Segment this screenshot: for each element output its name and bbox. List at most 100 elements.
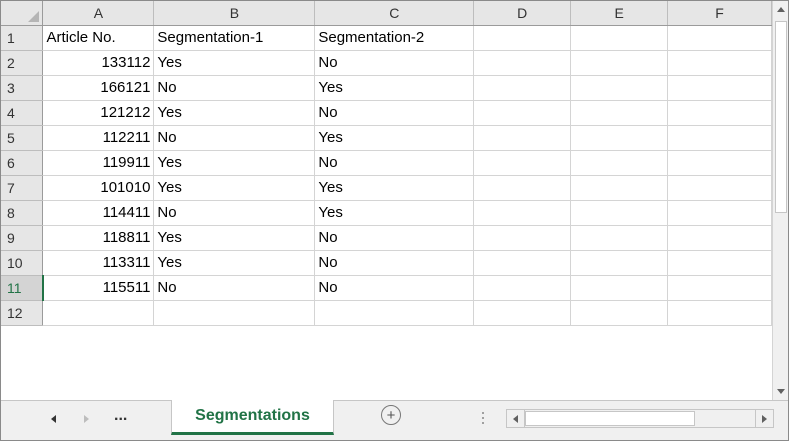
- cell-a[interactable]: 118811: [42, 225, 155, 251]
- cell-a[interactable]: 166121: [42, 75, 155, 101]
- previous-sheet-arrow-icon[interactable]: [51, 415, 56, 423]
- cell-a[interactable]: 101010: [42, 175, 155, 201]
- column-header-b[interactable]: B: [153, 1, 316, 26]
- row-header[interactable]: 11: [1, 275, 44, 301]
- scroll-left-button[interactable]: [507, 410, 525, 427]
- cell-e[interactable]: [570, 75, 669, 101]
- cell-b[interactable]: No: [153, 275, 316, 301]
- cell-a[interactable]: 112211: [42, 125, 155, 151]
- cell-e[interactable]: [570, 275, 669, 301]
- cell-b[interactable]: Yes: [153, 50, 316, 76]
- row-header[interactable]: 6: [1, 150, 44, 176]
- cell-c[interactable]: Yes: [314, 200, 475, 226]
- cell-e[interactable]: [570, 300, 669, 326]
- cell-c[interactable]: No: [314, 275, 475, 301]
- cell-d[interactable]: [473, 100, 572, 126]
- cell-f[interactable]: [667, 175, 772, 201]
- cell-f[interactable]: [667, 75, 772, 101]
- sheet-tab-segmentations[interactable]: Segmentations: [171, 400, 334, 435]
- cell-f[interactable]: [667, 50, 772, 76]
- cell-a[interactable]: 121212: [42, 100, 155, 126]
- cell-c[interactable]: No: [314, 150, 475, 176]
- next-sheet-arrow-icon[interactable]: [84, 415, 89, 423]
- cell-e[interactable]: [570, 175, 669, 201]
- cell-e[interactable]: [570, 50, 669, 76]
- cell-b[interactable]: Yes: [153, 100, 316, 126]
- vertical-scroll-thumb[interactable]: [775, 21, 787, 213]
- cell-b[interactable]: Yes: [153, 250, 316, 276]
- cell-b[interactable]: No: [153, 125, 316, 151]
- cell-d[interactable]: [473, 275, 572, 301]
- row-header[interactable]: 12: [1, 300, 44, 326]
- cell-f[interactable]: [667, 100, 772, 126]
- select-all-corner[interactable]: [1, 1, 44, 26]
- cell-a[interactable]: [42, 300, 155, 326]
- column-header-d[interactable]: D: [473, 1, 572, 26]
- cell-a[interactable]: 114411: [42, 200, 155, 226]
- cell-e[interactable]: [570, 200, 669, 226]
- cell-f[interactable]: [667, 150, 772, 176]
- scroll-down-button[interactable]: [773, 383, 788, 400]
- cell-d[interactable]: [473, 25, 572, 51]
- column-header-a[interactable]: A: [42, 1, 155, 26]
- cell-b[interactable]: Yes: [153, 225, 316, 251]
- cell-b[interactable]: No: [153, 75, 316, 101]
- cell-b[interactable]: No: [153, 200, 316, 226]
- row-header[interactable]: 2: [1, 50, 44, 76]
- row-header[interactable]: 1: [1, 25, 44, 51]
- column-header-e[interactable]: E: [570, 1, 669, 26]
- cell-f[interactable]: [667, 275, 772, 301]
- cell-d[interactable]: [473, 300, 572, 326]
- row-header[interactable]: 4: [1, 100, 44, 126]
- new-sheet-plus-icon[interactable]: +: [381, 405, 401, 425]
- cell-f[interactable]: [667, 250, 772, 276]
- cell-d[interactable]: [473, 75, 572, 101]
- cell-f[interactable]: [667, 25, 772, 51]
- cell-a[interactable]: 119911: [42, 150, 155, 176]
- row-header[interactable]: 8: [1, 200, 44, 226]
- more-sheets-button[interactable]: ...: [114, 407, 127, 425]
- cell-f[interactable]: [667, 300, 772, 326]
- cell-c[interactable]: Yes: [314, 75, 475, 101]
- cell-e[interactable]: [570, 125, 669, 151]
- cell-d[interactable]: [473, 50, 572, 76]
- cell-e[interactable]: [570, 25, 669, 51]
- cell-e[interactable]: [570, 225, 669, 251]
- column-header-f[interactable]: F: [667, 1, 772, 26]
- horizontal-scrollbar[interactable]: [506, 409, 774, 428]
- cell-c[interactable]: Segmentation-2: [314, 25, 475, 51]
- cell-c[interactable]: No: [314, 250, 475, 276]
- cell-b[interactable]: [153, 300, 316, 326]
- cell-b[interactable]: Segmentation-1: [153, 25, 316, 51]
- vertical-scrollbar[interactable]: [772, 1, 788, 400]
- cell-a[interactable]: Article No.: [42, 25, 155, 51]
- cell-d[interactable]: [473, 125, 572, 151]
- row-header[interactable]: 9: [1, 225, 44, 251]
- cell-c[interactable]: No: [314, 225, 475, 251]
- row-header[interactable]: 3: [1, 75, 44, 101]
- cell-d[interactable]: [473, 175, 572, 201]
- cell-c[interactable]: Yes: [314, 175, 475, 201]
- cell-f[interactable]: [667, 225, 772, 251]
- scroll-up-button[interactable]: [773, 1, 788, 18]
- cell-a[interactable]: 133112: [42, 50, 155, 76]
- cell-e[interactable]: [570, 250, 669, 276]
- column-header-c[interactable]: C: [314, 1, 475, 26]
- cell-d[interactable]: [473, 225, 572, 251]
- cell-f[interactable]: [667, 125, 772, 151]
- cell-c[interactable]: No: [314, 50, 475, 76]
- cell-f[interactable]: [667, 200, 772, 226]
- cell-b[interactable]: Yes: [153, 150, 316, 176]
- cell-d[interactable]: [473, 150, 572, 176]
- cell-d[interactable]: [473, 200, 572, 226]
- cell-d[interactable]: [473, 250, 572, 276]
- horizontal-scroll-thumb[interactable]: [525, 411, 695, 426]
- cell-b[interactable]: Yes: [153, 175, 316, 201]
- cell-c[interactable]: Yes: [314, 125, 475, 151]
- cell-c[interactable]: No: [314, 100, 475, 126]
- row-header[interactable]: 10: [1, 250, 44, 276]
- row-header[interactable]: 5: [1, 125, 44, 151]
- scroll-right-button[interactable]: [755, 410, 773, 427]
- cell-c[interactable]: [314, 300, 475, 326]
- cell-e[interactable]: [570, 150, 669, 176]
